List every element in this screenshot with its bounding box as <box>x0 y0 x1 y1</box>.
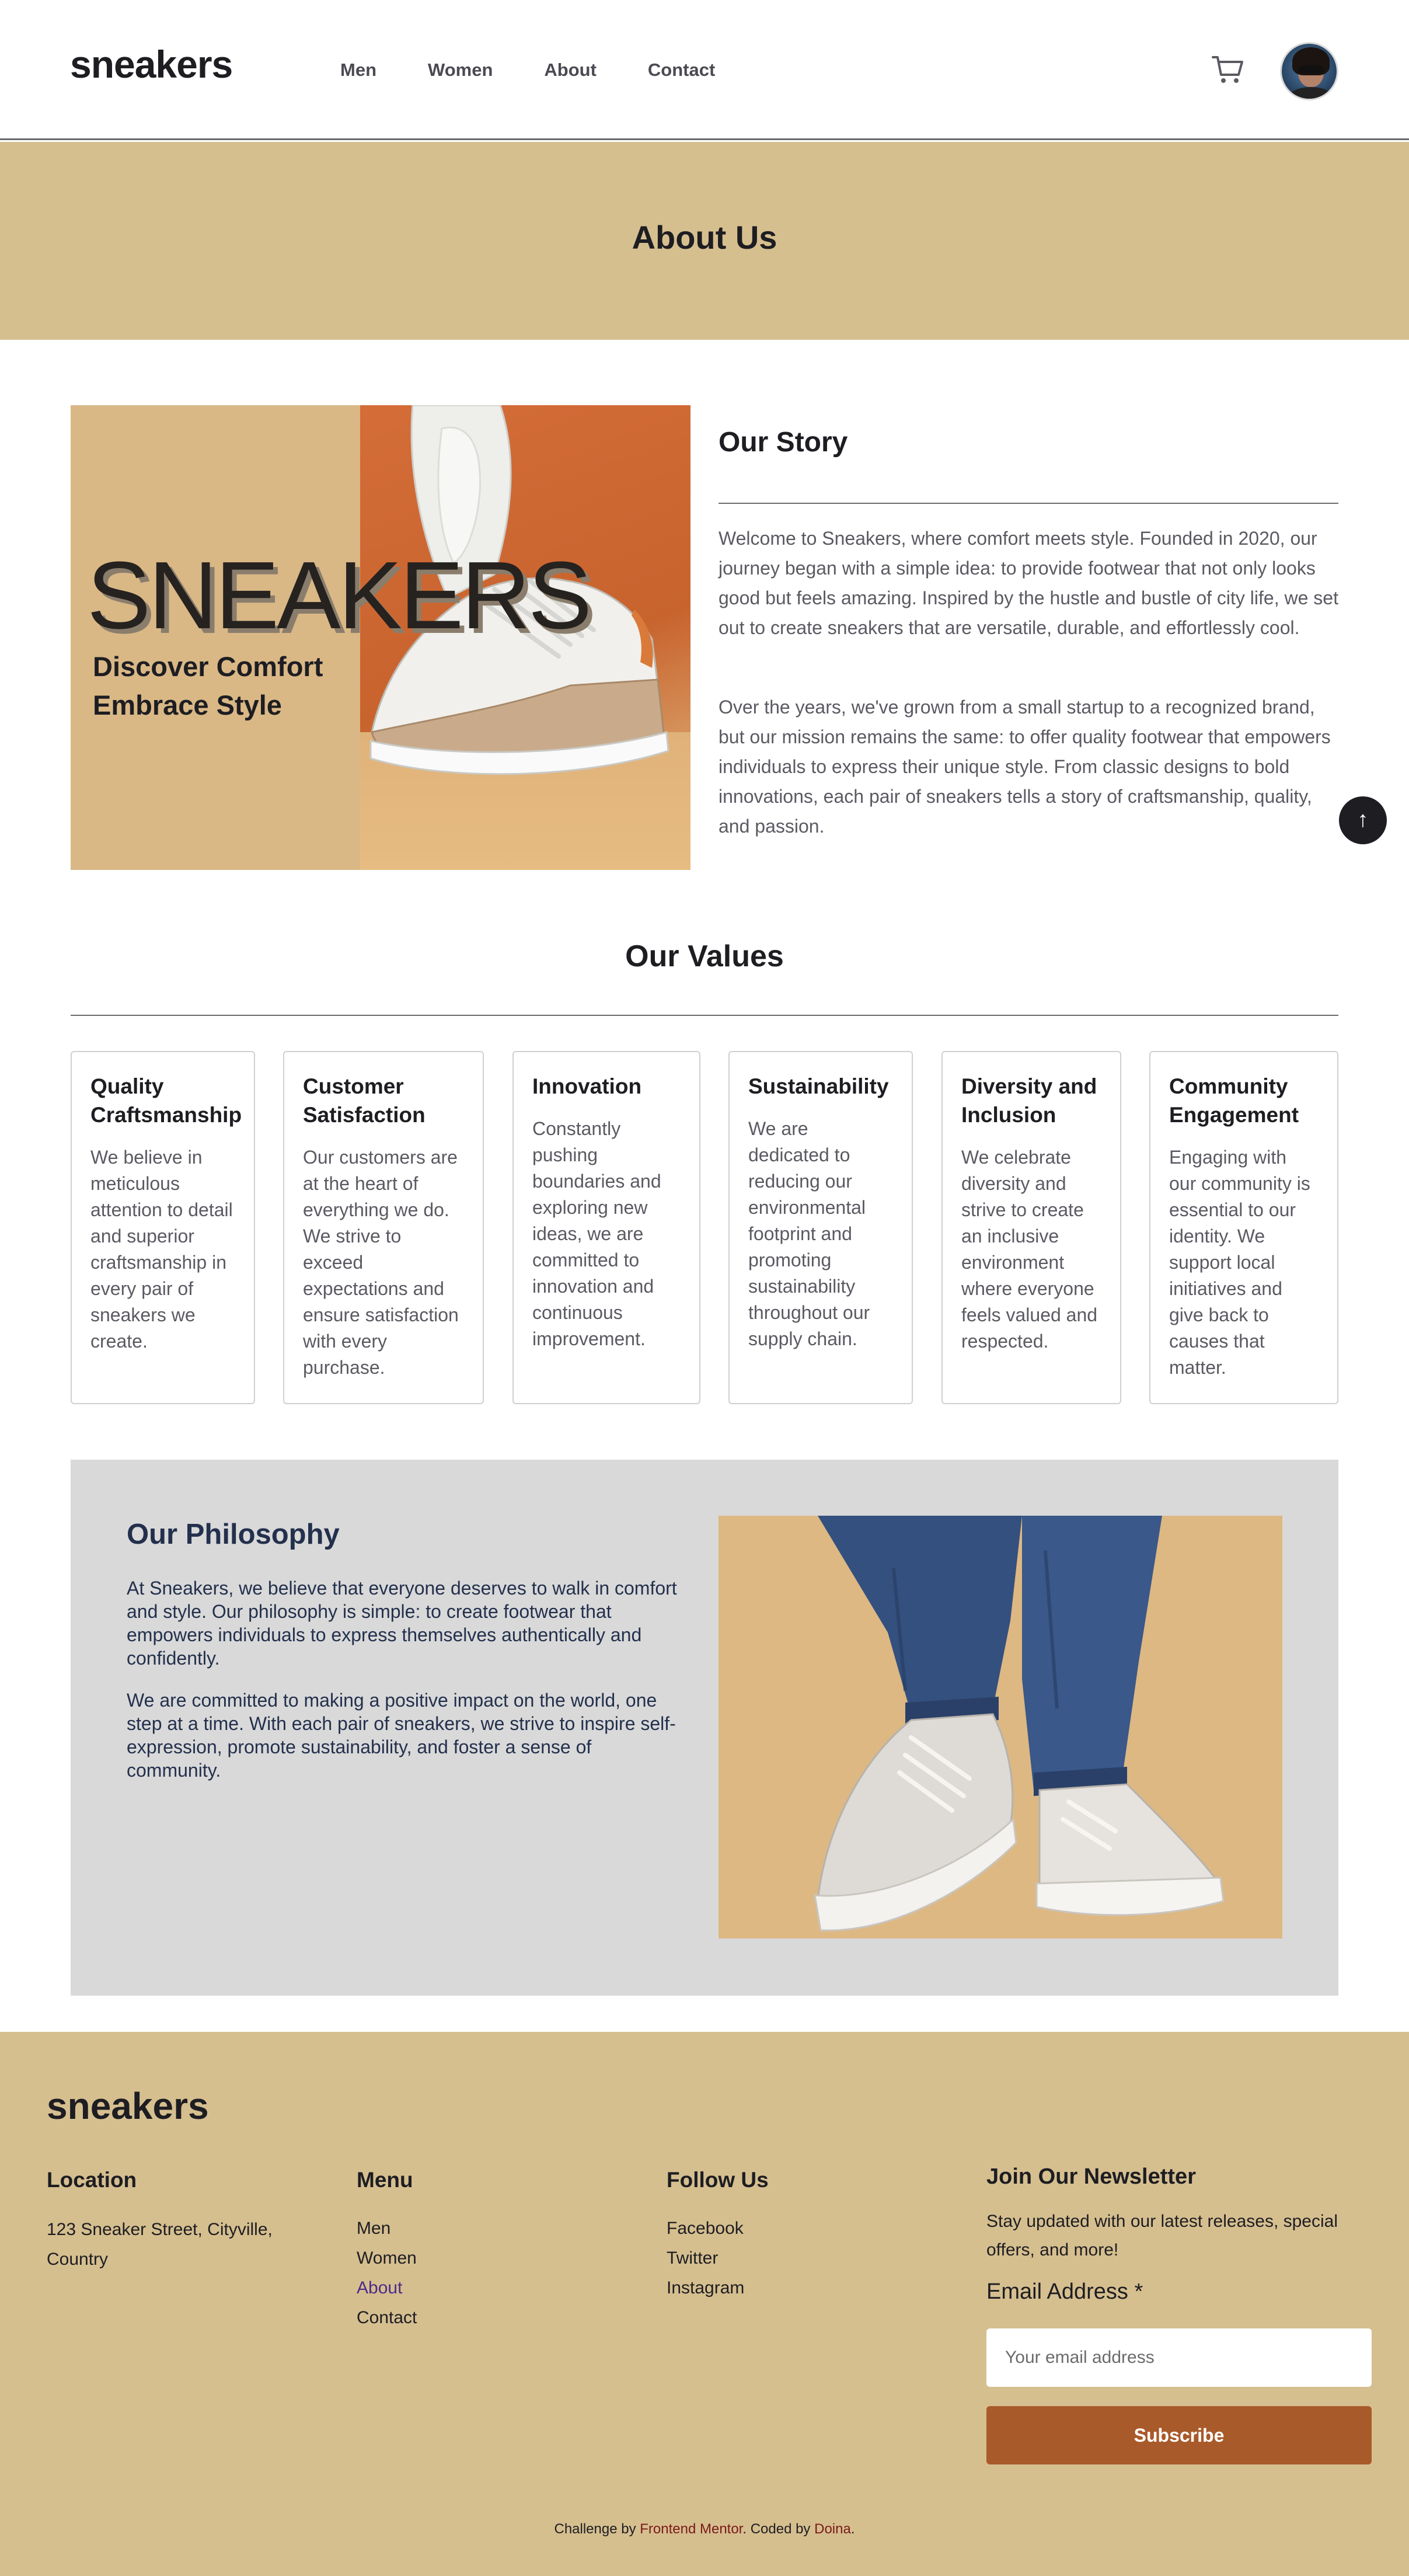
value-card-innovation: Innovation Constantly pushing boundaries… <box>512 1051 700 1404</box>
newsletter-email-label: Email Address * <box>986 2279 1143 2304</box>
value-card-title: Innovation <box>532 1074 642 1098</box>
footer-menu-heading: Menu <box>357 2168 413 2192</box>
page-hero-band: About Us <box>0 142 1409 340</box>
avatar-body <box>1288 87 1334 99</box>
philosophy-image <box>719 1516 1282 1938</box>
value-card-title: Diversity and Inclusion <box>961 1074 1097 1127</box>
main-nav: Men Women About Contact <box>340 60 766 81</box>
value-card-text: Constantly pushing boundaries and explor… <box>532 1118 661 1349</box>
story-image-tagline-2: Embrace Style <box>93 690 282 720</box>
newsletter-text: Stay updated with our latest releases, s… <box>986 2212 1338 2260</box>
philosophy-paragraph-2: We are committed to making a positive im… <box>127 1690 676 1781</box>
footer-link-contact[interactable]: Contact <box>357 2308 417 2328</box>
footer-location-heading: Location <box>47 2168 137 2192</box>
footer-link-instagram[interactable]: Instagram <box>667 2278 744 2298</box>
nav-link-contact[interactable]: Contact <box>648 60 715 81</box>
newsletter-heading: Join Our Newsletter <box>986 2164 1196 2189</box>
footer-link-facebook[interactable]: Facebook <box>667 2219 744 2239</box>
footer-link-about[interactable]: About <box>357 2278 402 2298</box>
site-logo[interactable]: sneakers <box>70 42 233 86</box>
footer-follow-heading: Follow Us <box>667 2168 769 2192</box>
avatar-glasses <box>1298 66 1324 73</box>
value-card-quality: Quality Craftsmanship We believe in meti… <box>71 1051 255 1404</box>
credit-prefix: Challenge by <box>554 2521 640 2537</box>
story-title: Our Story <box>719 427 848 458</box>
credit-suffix: . <box>850 2521 855 2537</box>
footer-logo[interactable]: sneakers <box>47 2084 209 2128</box>
value-card-title: Community Engagement <box>1169 1074 1299 1127</box>
story-paragraph-1: Welcome to Sneakers, where comfort meets… <box>719 528 1338 638</box>
story-image: SNEAKERS Discover Comfort Embrace Style <box>71 405 690 870</box>
site-footer: sneakers Location 123 Sneaker Street, Ci… <box>0 2032 1409 2576</box>
philosophy-section: Our Philosophy At Sneakers, we believe t… <box>71 1460 1338 1996</box>
story-image-tagline-1: Discover Comfort <box>93 651 323 682</box>
footer-link-men[interactable]: Men <box>357 2219 390 2239</box>
nav-link-about[interactable]: About <box>544 60 597 81</box>
story-divider <box>719 503 1338 504</box>
value-card-text: We are dedicated to reducing our environ… <box>748 1118 870 1349</box>
avatar[interactable] <box>1280 42 1338 100</box>
scroll-to-top-button[interactable]: ↑ <box>1339 796 1387 844</box>
credit-middle: . Coded by <box>742 2521 815 2537</box>
nav-link-men[interactable]: Men <box>340 60 376 81</box>
footer-address: 123 Sneaker Street, Cityville, Country <box>47 2220 273 2269</box>
footer-link-women[interactable]: Women <box>357 2248 417 2268</box>
value-card-sustainability: Sustainability We are dedicated to reduc… <box>728 1051 913 1404</box>
value-card-customer: Customer Satisfaction Our customers are … <box>283 1051 484 1404</box>
jeans-sneakers-illustration <box>814 1516 1225 1931</box>
value-card-text: We celebrate diversity and strive to cre… <box>961 1147 1098 1352</box>
footer-link-twitter[interactable]: Twitter <box>667 2248 718 2268</box>
value-card-title: Customer Satisfaction <box>303 1074 426 1127</box>
nav-link-women[interactable]: Women <box>428 60 493 81</box>
value-card-title: Sustainability <box>748 1074 889 1098</box>
value-card-text: Engaging with our community is essential… <box>1169 1147 1310 1378</box>
value-card-diversity: Diversity and Inclusion We celebrate div… <box>941 1051 1121 1404</box>
newsletter-email-input[interactable] <box>986 2328 1372 2387</box>
values-title: Our Values <box>625 939 784 973</box>
value-card-text: We believe in meticulous attention to de… <box>90 1147 233 1352</box>
subscribe-button[interactable]: Subscribe <box>986 2406 1372 2464</box>
site-header: sneakers Men Women About Contact <box>0 0 1409 140</box>
philosophy-title: Our Philosophy <box>127 1519 340 1550</box>
page-title: About Us <box>632 219 777 256</box>
credit-link-author[interactable]: Doina <box>814 2521 851 2537</box>
cart-icon[interactable] <box>1212 55 1244 85</box>
values-divider <box>71 1015 1338 1016</box>
story-image-word: SNEAKERS <box>87 542 592 649</box>
value-card-community: Community Engagement Engaging with our c… <box>1149 1051 1338 1404</box>
value-card-text: Our customers are at the heart of everyt… <box>303 1147 459 1378</box>
story-paragraph-2: Over the years, we've grown from a small… <box>719 697 1331 837</box>
credit-link-frontend-mentor[interactable]: Frontend Mentor <box>640 2521 742 2537</box>
value-card-title: Quality Craftsmanship <box>90 1074 242 1127</box>
footer-credit: Challenge by Frontend Mentor. Coded by D… <box>0 2521 1409 2537</box>
philosophy-paragraph-1: At Sneakers, we believe that everyone de… <box>127 1578 677 1669</box>
